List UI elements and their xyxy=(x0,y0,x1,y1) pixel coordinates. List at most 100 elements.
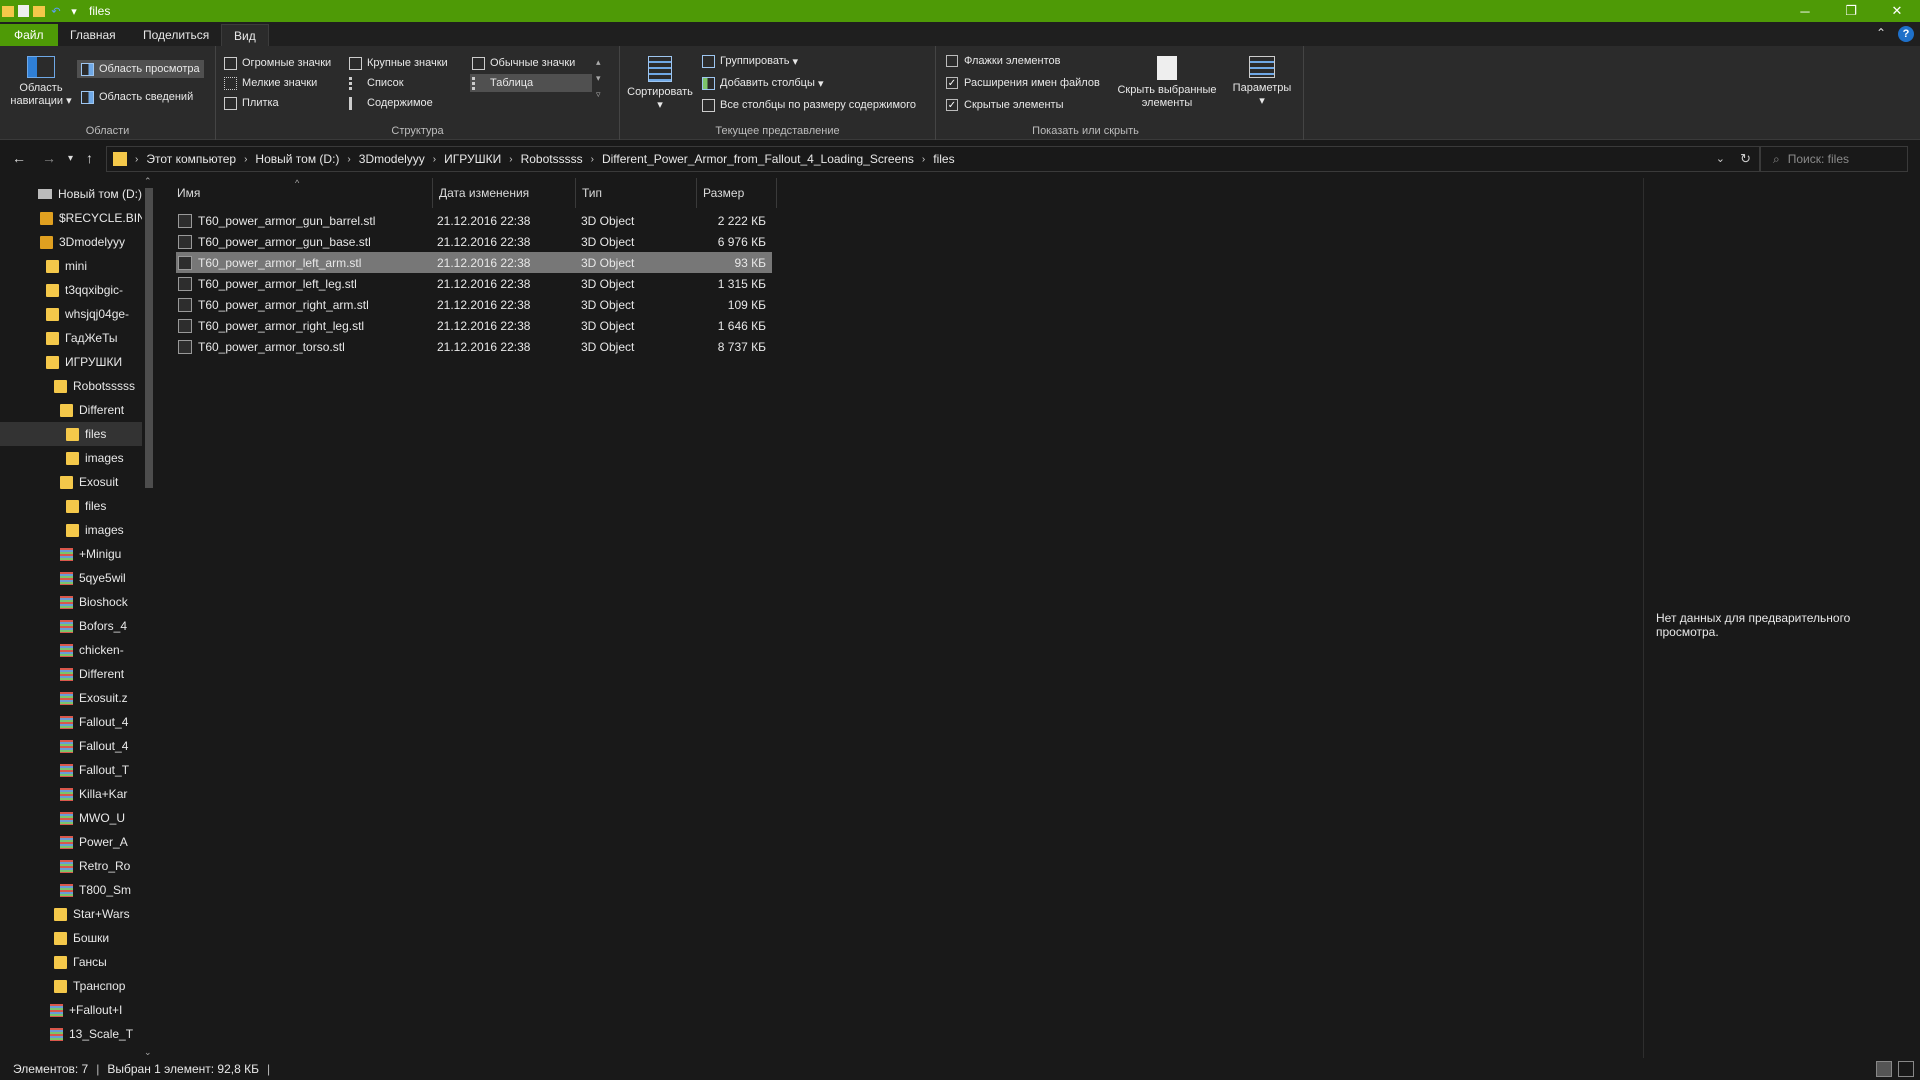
large-icons-view-icon[interactable] xyxy=(1898,1061,1914,1077)
new-folder-icon[interactable] xyxy=(33,5,45,17)
nav-item[interactable]: Star+Wars xyxy=(0,902,142,926)
fit-columns-button[interactable]: Все столбцы по размеру содержимого xyxy=(702,96,916,114)
nav-item[interactable]: 13_Scale_T xyxy=(0,1022,142,1046)
expand-gallery-icon[interactable]: ▿ xyxy=(596,86,601,102)
customize-qat-icon[interactable]: ▾ xyxy=(67,4,81,18)
layout-details[interactable]: Таблица xyxy=(470,74,592,92)
details-view-icon[interactable] xyxy=(1876,1061,1892,1077)
layout-huge-icons[interactable]: Огромные значки xyxy=(224,54,331,72)
nav-item[interactable]: Fallout_4 xyxy=(0,710,142,734)
recent-locations-icon[interactable]: ▾ xyxy=(68,153,73,164)
file-row[interactable]: T60_power_armor_gun_base.stl 21.12.2016 2… xyxy=(176,231,772,252)
checkbox-checked-icon[interactable]: ✓ xyxy=(946,99,958,111)
layout-list[interactable]: Список xyxy=(349,74,404,92)
nav-item[interactable]: Транспор xyxy=(0,974,142,998)
nav-item[interactable]: Fallout_4 xyxy=(0,734,142,758)
nav-item[interactable]: +Minigu xyxy=(0,542,142,566)
preview-pane-button[interactable]: Область просмотра xyxy=(77,60,204,78)
breadcrumb[interactable]: Новый том (D:) xyxy=(255,152,339,166)
chevron-right-icon[interactable]: › xyxy=(347,154,350,165)
properties-icon[interactable] xyxy=(18,5,29,17)
nav-item[interactable]: mini xyxy=(0,254,142,278)
checkbox-checked-icon[interactable]: ✓ xyxy=(946,77,958,89)
file-row[interactable]: T60_power_armor_right_arm.stl 21.12.2016 … xyxy=(176,294,772,315)
address-bar[interactable]: › Этот компьютер › Новый том (D:) › 3Dmode… xyxy=(106,146,1760,172)
nav-item[interactable]: Fallout_T xyxy=(0,758,142,782)
file-row[interactable]: T60_power_armor_left_leg.stl 21.12.2016 2… xyxy=(176,273,772,294)
scroll-up-icon[interactable]: ▴ xyxy=(596,54,601,70)
layout-small-icons[interactable]: Мелкие значки xyxy=(224,74,317,92)
nav-item[interactable]: Exosuit xyxy=(0,470,142,494)
column-header-date[interactable]: Дата изменения xyxy=(433,178,576,208)
breadcrumb[interactable]: Robotsssss xyxy=(521,152,583,166)
back-icon[interactable]: ← xyxy=(12,150,26,166)
hidden-items-toggle[interactable]: ✓ Скрытые элементы xyxy=(946,96,1064,114)
nav-scrollbar[interactable]: ⌃ ⌄ xyxy=(142,176,155,1058)
nav-scrollbar-thumb[interactable] xyxy=(145,188,153,488)
up-icon[interactable]: ↑ xyxy=(86,150,93,166)
checkbox-unchecked-icon[interactable] xyxy=(946,55,958,67)
breadcrumb[interactable]: ИГРУШКИ xyxy=(444,152,501,166)
nav-item[interactable]: Robotsssss xyxy=(0,374,142,398)
nav-item[interactable]: ИГРУШКИ xyxy=(0,350,142,374)
breadcrumb[interactable]: 3Dmodelyyy xyxy=(359,152,425,166)
tab-home[interactable]: Главная xyxy=(58,24,128,46)
nav-item[interactable]: images xyxy=(0,518,142,542)
add-columns-button[interactable]: Добавить столбцы ▾ xyxy=(702,74,823,92)
nav-item[interactable]: T800_Sm xyxy=(0,878,142,902)
chevron-right-icon[interactable]: › xyxy=(922,154,925,165)
chevron-right-icon[interactable]: › xyxy=(591,154,594,165)
nav-item[interactable]: Exosuit.z xyxy=(0,686,142,710)
chevron-right-icon[interactable]: › xyxy=(135,154,138,165)
tab-file[interactable]: Файл xyxy=(0,24,58,46)
chevron-right-icon[interactable]: › xyxy=(244,154,247,165)
layout-scroll[interactable]: ▴ ▾ ▿ xyxy=(596,54,601,106)
nav-item[interactable]: Бошки xyxy=(0,926,142,950)
tab-share[interactable]: Поделиться xyxy=(131,24,221,46)
details-pane-button[interactable]: Область сведений xyxy=(81,88,193,106)
close-button[interactable]: ✕ xyxy=(1874,0,1920,22)
column-header-name[interactable]: Имя xyxy=(171,178,433,208)
breadcrumb[interactable]: Different_Power_Armor_from_Fallout_4_Loa… xyxy=(602,152,914,166)
layout-content[interactable]: Содержимое xyxy=(349,94,433,112)
nav-item[interactable]: ГадЖеТы xyxy=(0,326,142,350)
scroll-up-icon[interactable]: ⌃ xyxy=(144,176,152,187)
minimize-button[interactable]: ─ xyxy=(1782,0,1828,22)
file-extensions-toggle[interactable]: ✓ Расширения имен файлов xyxy=(946,74,1100,92)
address-history-icon[interactable]: ⌄ xyxy=(1716,152,1725,165)
forward-icon[interactable]: → xyxy=(42,150,56,166)
nav-item[interactable]: chicken- xyxy=(0,638,142,662)
nav-item[interactable]: files xyxy=(0,422,142,446)
collapse-ribbon-icon[interactable]: ⌃ xyxy=(1876,26,1886,42)
search-input[interactable]: ⌕ Поиск: files xyxy=(1760,146,1908,172)
nav-item[interactable]: Power_A xyxy=(0,830,142,854)
file-row[interactable]: T60_power_armor_gun_barrel.stl 21.12.2016… xyxy=(176,210,772,231)
file-row[interactable]: T60_power_armor_right_leg.stl 21.12.2016 … xyxy=(176,315,772,336)
nav-item[interactable]: t3qqxibgic- xyxy=(0,278,142,302)
options-button[interactable]: Параметры ▾ xyxy=(1228,56,1296,108)
nav-item[interactable]: MWO_U xyxy=(0,806,142,830)
nav-item[interactable]: whsjqj04ge- xyxy=(0,302,142,326)
nav-item[interactable]: images xyxy=(0,446,142,470)
nav-item[interactable]: Killa+Kar xyxy=(0,782,142,806)
nav-item[interactable]: 3Dmodelyyy xyxy=(0,230,142,254)
scroll-down-icon[interactable]: ▾ xyxy=(596,70,601,86)
item-checkboxes-toggle[interactable]: Флажки элементов xyxy=(946,52,1060,70)
nav-item[interactable]: Bioshock xyxy=(0,590,142,614)
nav-item[interactable]: Different xyxy=(0,662,142,686)
help-icon[interactable]: ? xyxy=(1898,26,1914,42)
column-header-type[interactable]: Тип xyxy=(576,178,697,208)
group-by-button[interactable]: Группировать ▾ xyxy=(702,52,798,70)
nav-item[interactable]: Новый том (D:) xyxy=(0,182,142,206)
nav-pane-button[interactable]: Область навигации ▾ xyxy=(6,56,76,108)
refresh-icon[interactable]: ↻ xyxy=(1740,151,1751,167)
breadcrumb[interactable]: files xyxy=(933,152,954,166)
hide-selected-button[interactable]: Скрыть выбранные элементы xyxy=(1112,56,1222,110)
layout-tiles[interactable]: Плитка xyxy=(224,94,279,112)
file-row[interactable]: T60_power_armor_left_arm.stl 21.12.2016 2… xyxy=(176,252,772,273)
nav-item[interactable]: +Fallout+I xyxy=(0,998,142,1022)
chevron-right-icon[interactable]: › xyxy=(433,154,436,165)
scroll-down-icon[interactable]: ⌄ xyxy=(144,1047,152,1058)
nav-item[interactable]: Different xyxy=(0,398,142,422)
maximize-button[interactable]: ❐ xyxy=(1828,0,1874,22)
